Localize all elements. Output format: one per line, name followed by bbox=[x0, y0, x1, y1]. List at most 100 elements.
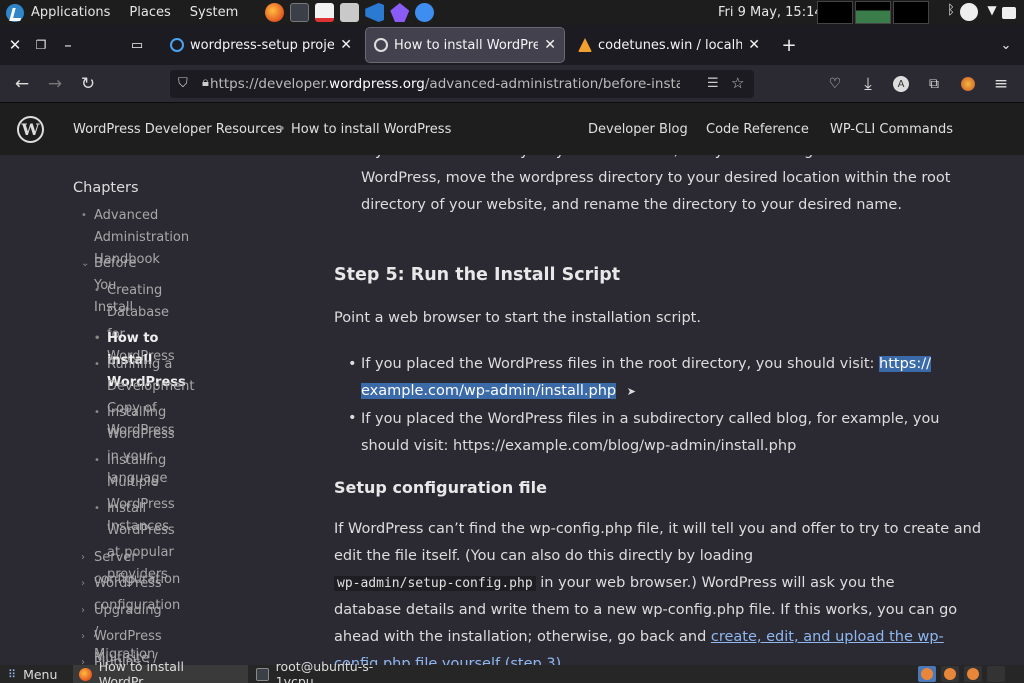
accessibility-icon[interactable] bbox=[960, 3, 978, 21]
tab-title: How to install WordPress bbox=[394, 37, 539, 53]
url-bar[interactable]: ⛉ 🔒︎ https://developer.wordpress.org/adv… bbox=[170, 70, 754, 98]
url-path: /advanced-administration/before-install/… bbox=[424, 76, 680, 92]
intro-line: directory of your website, and rename th… bbox=[361, 197, 902, 213]
setup-config-code: wp-admin/setup-config.php bbox=[334, 576, 536, 591]
chevron-right-icon[interactable]: › bbox=[81, 652, 85, 665]
firefox-launcher-icon[interactable] bbox=[265, 3, 285, 22]
downloads-icon[interactable]: ⤓ bbox=[857, 73, 879, 95]
terminal-launcher-icon[interactable] bbox=[290, 3, 310, 22]
wifi-icon[interactable]: ▼ bbox=[983, 3, 1001, 21]
reader-view-icon[interactable]: ☰ bbox=[707, 76, 719, 91]
breadcrumb-current-page[interactable]: How to install WordPress bbox=[291, 122, 451, 137]
chevron-down-icon[interactable]: ⌄ bbox=[81, 253, 89, 275]
workspace-4-icon[interactable] bbox=[987, 666, 1005, 682]
forward-arrow-icon[interactable]: → bbox=[44, 73, 66, 95]
selected-url-text[interactable]: https:// bbox=[879, 356, 932, 372]
vscode-launcher-icon[interactable] bbox=[365, 3, 385, 22]
battery-icon[interactable] bbox=[1002, 7, 1016, 19]
chapter-label-line: Advanced Administration bbox=[94, 208, 190, 245]
url-domain: wordpress.org bbox=[329, 76, 425, 92]
tab-wordpress-setup-project[interactable]: wordpress-setup project ✕ bbox=[162, 28, 360, 62]
tab-close-icon[interactable]: ✕ bbox=[748, 37, 760, 53]
tab-how-to-install-wordpress[interactable]: How to install WordPress ✕ bbox=[365, 27, 565, 63]
addon-icon[interactable] bbox=[957, 73, 979, 95]
intro-line: WordPress, move the wordpress directory … bbox=[361, 170, 951, 186]
chapter-label-line: Running a Development bbox=[107, 357, 195, 394]
chevron-right-icon[interactable]: › bbox=[81, 573, 85, 595]
bullet-marker: • bbox=[94, 359, 100, 370]
nav-wp-cli-commands[interactable]: WP-CLI Commands bbox=[830, 122, 953, 137]
list-bullet: • bbox=[348, 356, 357, 372]
lock-icon[interactable]: 🔒︎ bbox=[202, 75, 209, 90]
create-wp-config-link[interactable]: create, edit, and upload the wp- bbox=[711, 629, 944, 645]
back-arrow-icon[interactable]: ← bbox=[11, 73, 33, 95]
setup-paragraph-line: If WordPress can’t find the wp-config.ph… bbox=[334, 521, 982, 537]
taskbar-window-firefox[interactable]: How to install WordPr… bbox=[73, 659, 248, 683]
chevron-right-icon[interactable]: › bbox=[81, 547, 85, 569]
page-content: Chapters • Advanced Administration Handb… bbox=[0, 155, 1024, 665]
list-item-text: If you placed the WordPress files in the… bbox=[361, 356, 880, 372]
bottom-taskbar: ⠿ Menu How to install WordPr… root@ubunt… bbox=[0, 659, 1024, 683]
tab-title: wordpress-setup project bbox=[190, 37, 335, 53]
list-item-root-install-url: example.com/wp-admin/install.php ➤ bbox=[361, 378, 636, 405]
tab-codetunes-localhost[interactable]: codetunes.win / localhost ✕ bbox=[570, 28, 768, 62]
bluetooth-icon[interactable]: ᛒ bbox=[942, 3, 960, 21]
list-item-subdir-install-line2: should visit: https://example.com/blog/w… bbox=[361, 438, 797, 454]
nav-developer-blog[interactable]: Developer Blog bbox=[588, 122, 688, 137]
clock[interactable]: Fri 9 May, 15:14 bbox=[718, 5, 823, 20]
url-text[interactable]: https://developer.wordpress.org/advanced… bbox=[210, 76, 680, 92]
kali-menu-icon[interactable] bbox=[6, 3, 24, 22]
url-prefix: https://developer. bbox=[210, 76, 330, 92]
wordpress-logo-icon[interactable]: W bbox=[17, 116, 44, 143]
file-manager-launcher-icon[interactable] bbox=[340, 3, 360, 22]
window-minimize-icon[interactable]: – bbox=[55, 32, 81, 58]
tab-list-chevron-down-icon[interactable]: ⌄ bbox=[993, 32, 1019, 58]
setup-config-heading: Setup configuration file bbox=[334, 478, 547, 497]
tab-overview-icon[interactable]: ▭ bbox=[124, 32, 150, 58]
taskbar-window-terminal[interactable]: root@ubuntu-s-1vcpu… bbox=[250, 659, 425, 683]
extensions-icon[interactable]: ⧉ bbox=[923, 73, 945, 95]
step5-intro: Point a web browser to start the install… bbox=[334, 310, 701, 326]
bookmark-star-icon[interactable]: ☆ bbox=[731, 74, 744, 92]
window-close-icon[interactable]: ✕ bbox=[2, 32, 28, 58]
chevron-right-icon[interactable]: › bbox=[81, 626, 85, 648]
tab-close-icon[interactable]: ✕ bbox=[544, 37, 556, 53]
tab-title: codetunes.win / localhost bbox=[598, 37, 743, 53]
reload-icon[interactable]: ↻ bbox=[77, 73, 99, 95]
browser-tab-bar: ✕ ❐ – ▭ wordpress-setup project ✕ How to… bbox=[0, 25, 1024, 65]
nav-code-reference[interactable]: Code Reference bbox=[706, 122, 809, 137]
taskbar-window-title: root@ubuntu-s-1vcpu… bbox=[275, 659, 374, 683]
new-tab-button[interactable]: + bbox=[776, 32, 802, 58]
setup-text: ahead with the installation; otherwise, … bbox=[334, 629, 711, 645]
wordpress-icon bbox=[374, 38, 388, 52]
bullet-marker: • bbox=[81, 210, 87, 221]
places-menu[interactable]: Places bbox=[129, 5, 170, 20]
intro-partial-line: If your files are already on your web se… bbox=[361, 155, 972, 165]
start-menu-button[interactable]: ⠿ Menu bbox=[2, 665, 63, 683]
system-top-panel: Applications Places System Fri 9 May, 15… bbox=[0, 0, 1024, 25]
window-restore-icon[interactable]: ❐ bbox=[28, 32, 54, 58]
pocket-icon[interactable]: ♡ bbox=[824, 73, 846, 95]
hamburger-menu-icon[interactable]: ≡ bbox=[990, 73, 1012, 95]
applications-menu[interactable]: Applications bbox=[31, 5, 110, 20]
app-store-launcher-icon[interactable] bbox=[415, 3, 435, 22]
setup-text: in your web browser.) WordPress will ask… bbox=[535, 575, 895, 591]
text-editor-launcher-icon[interactable] bbox=[315, 3, 335, 22]
tab-close-icon[interactable]: ✕ bbox=[340, 37, 352, 53]
firefox-icon bbox=[79, 667, 92, 681]
workspace-3-firefox-icon[interactable] bbox=[964, 666, 982, 682]
account-avatar-icon[interactable]: A bbox=[890, 73, 912, 95]
list-item-root-install: If you placed the WordPress files in the… bbox=[361, 351, 932, 378]
system-menu[interactable]: System bbox=[190, 5, 238, 20]
chevron-right-icon[interactable]: › bbox=[81, 600, 85, 622]
workspace-1-firefox-icon[interactable] bbox=[918, 666, 936, 682]
workspace-2-firefox-icon[interactable] bbox=[941, 666, 959, 682]
list-item-subdir-install: If you placed the WordPress files in a s… bbox=[361, 411, 940, 427]
phpmyadmin-icon bbox=[578, 38, 592, 52]
obsidian-launcher-icon[interactable] bbox=[390, 3, 410, 22]
navigation-toolbar: ← → ↻ ⛉ 🔒︎ https://developer.wordpress.o… bbox=[0, 65, 1024, 103]
shield-icon[interactable]: ⛉ bbox=[178, 76, 188, 91]
site-title-link[interactable]: WordPress Developer Resources bbox=[73, 122, 282, 137]
selected-url-text[interactable]: example.com/wp-admin/install.php bbox=[361, 383, 617, 399]
step5-heading: Step 5: Run the Install Script bbox=[334, 265, 621, 285]
